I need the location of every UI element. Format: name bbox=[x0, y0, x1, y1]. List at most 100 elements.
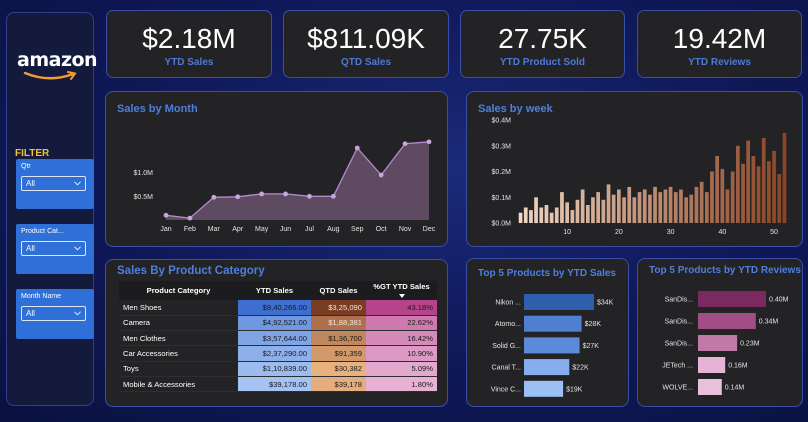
data-point bbox=[307, 193, 312, 199]
data-label: 0.34M bbox=[759, 319, 779, 326]
x-tick-label: 40 bbox=[718, 229, 726, 236]
month-name-dropdown[interactable]: All bbox=[21, 306, 86, 321]
value-cell: $39,178.00 bbox=[238, 376, 311, 393]
week-bar bbox=[746, 140, 750, 223]
smile-arrow-icon bbox=[23, 71, 77, 80]
category-cell: Car Accessories bbox=[119, 345, 238, 362]
amazon-logo: amazon bbox=[17, 49, 98, 81]
product-bar bbox=[524, 380, 564, 397]
slicer-product-category[interactable]: Product Cat... All bbox=[16, 224, 94, 274]
table-header-row: Product Category YTD Sales QTD Sales %GT… bbox=[119, 281, 437, 300]
kpi-value: 27.75K bbox=[498, 23, 587, 54]
week-bar bbox=[756, 166, 761, 223]
value-cell: $1,10,839.00 bbox=[238, 361, 311, 377]
data-point bbox=[235, 194, 241, 200]
x-tick-label: Oct bbox=[376, 226, 387, 233]
data-label: $34K bbox=[597, 300, 614, 307]
category-cell: Men Shoes bbox=[119, 300, 238, 316]
data-point bbox=[354, 145, 360, 151]
week-bar bbox=[560, 192, 564, 223]
product-bar bbox=[524, 315, 582, 332]
week-bar bbox=[777, 174, 782, 223]
week-bar bbox=[601, 199, 606, 223]
top5-sales-panel: Top 5 Products by YTD Sales Nikon ... $34… bbox=[466, 258, 629, 407]
x-tick-label: Feb bbox=[184, 226, 196, 233]
x-tick-label: 50 bbox=[770, 229, 778, 236]
category-cell: Mobile & Accessories bbox=[119, 376, 238, 393]
category-label: Nikon ... bbox=[495, 300, 521, 307]
column-header-label: %GT YTD Sales bbox=[373, 281, 430, 291]
week-bar bbox=[529, 210, 533, 223]
week-bar bbox=[580, 189, 585, 223]
product-bar bbox=[524, 294, 594, 310]
table-row[interactable]: Men Shoes $9,40,266.00 $3,25,090 43.18% bbox=[119, 300, 437, 316]
x-tick-label: Sep bbox=[351, 226, 364, 233]
week-bar bbox=[617, 189, 621, 223]
week-bar bbox=[767, 161, 771, 223]
week-bar bbox=[606, 184, 611, 223]
data-label: $28K bbox=[585, 321, 602, 328]
week-bar bbox=[751, 156, 756, 223]
week-bar bbox=[611, 194, 616, 223]
week-bar bbox=[539, 207, 544, 223]
week-bar bbox=[565, 202, 569, 223]
top5-reviews-panel: Top 5 Products by YTD Reviews SanDis... 0… bbox=[637, 258, 803, 407]
column-header[interactable]: QTD Sales bbox=[311, 281, 366, 300]
data-label: 0.40M bbox=[769, 297, 789, 304]
data-label: 0.16M bbox=[728, 363, 748, 370]
table-row[interactable]: Mobile & Accessories $39,178.00 $39,178 1.8… bbox=[119, 376, 437, 393]
product-category-dropdown[interactable]: All bbox=[21, 241, 86, 256]
sales-by-month-chart: Jan Feb Mar Apr May Jun Jul Aug Sep Oct Nov Dec $0.5… bbox=[134, 139, 436, 233]
dropdown-value: All bbox=[26, 179, 35, 188]
table-row[interactable]: Car Accessories $2,37,290.00 $91,359 10.90% bbox=[119, 345, 437, 362]
qtr-dropdown[interactable]: All bbox=[21, 176, 86, 191]
table-row[interactable]: Men Clothes $3,57,644.00 $1,36,700 16.42% bbox=[119, 330, 437, 347]
category-cell: Toys bbox=[119, 361, 238, 377]
value-cell: 5.09% bbox=[366, 361, 437, 377]
value-cell: $30,382 bbox=[311, 361, 366, 377]
data-point bbox=[330, 193, 336, 199]
column-header[interactable]: %GT YTD Sales bbox=[366, 281, 437, 300]
slicer-qtr[interactable]: Qtr All bbox=[16, 159, 94, 209]
week-bar bbox=[591, 197, 595, 224]
week-bar bbox=[627, 186, 632, 223]
week-bar bbox=[679, 189, 683, 223]
sort-desc-icon[interactable] bbox=[399, 293, 405, 298]
x-tick-label: Jul bbox=[305, 226, 314, 233]
column-header[interactable]: Product Category bbox=[119, 281, 238, 300]
x-tick-label: 30 bbox=[667, 229, 675, 236]
x-tick-label: Dec bbox=[423, 226, 436, 233]
table-row[interactable]: Camera $4,92,521.00 $1,88,381 22.62% bbox=[119, 315, 437, 332]
week-bar bbox=[663, 189, 668, 223]
value-cell: 1.80% bbox=[366, 376, 437, 393]
week-bar bbox=[575, 199, 580, 223]
x-tick-label: Mar bbox=[208, 226, 221, 233]
x-tick-label: May bbox=[255, 226, 269, 233]
week-bar bbox=[741, 163, 745, 223]
week-bar bbox=[622, 197, 626, 224]
week-bar bbox=[715, 156, 719, 223]
filter-sidebar: amazon FILTER Qtr All Product Cat... All… bbox=[6, 12, 98, 406]
data-point bbox=[259, 191, 265, 197]
data-point bbox=[426, 139, 432, 145]
filter-title: FILTER bbox=[15, 148, 50, 159]
week-bar bbox=[518, 212, 523, 223]
sales-by-week-chart: $0.0M $0.1M $0.2M $0.3M $0.4M 10 20 30 40 50 bbox=[492, 118, 787, 236]
slicer-month-name[interactable]: Month Name All bbox=[16, 289, 94, 339]
data-point bbox=[163, 212, 169, 218]
column-header[interactable]: YTD Sales bbox=[238, 281, 311, 300]
category-label: SanDis... bbox=[665, 341, 693, 348]
value-cell: $9,40,266.00 bbox=[238, 300, 311, 316]
x-tick-label: Nov bbox=[399, 226, 412, 233]
kpi-label: YTD Product Sold bbox=[500, 57, 585, 68]
table-row[interactable]: Toys $1,10,839.00 $30,382 5.09% bbox=[119, 361, 437, 377]
y-tick-label: $0.2M bbox=[492, 169, 512, 176]
value-cell: $1,88,381 bbox=[311, 315, 366, 332]
value-cell: $2,37,290.00 bbox=[238, 345, 311, 362]
week-bar bbox=[653, 186, 657, 223]
x-tick-label: Apr bbox=[232, 226, 244, 233]
y-tick-label: $0.5M bbox=[134, 194, 154, 201]
sales-by-month-panel: Sales by Month Jan Feb Mar Apr May Jun Jul Aug S… bbox=[105, 91, 448, 247]
value-cell: 22.62% bbox=[366, 315, 437, 332]
kpi-value: $811.09K bbox=[307, 23, 425, 54]
